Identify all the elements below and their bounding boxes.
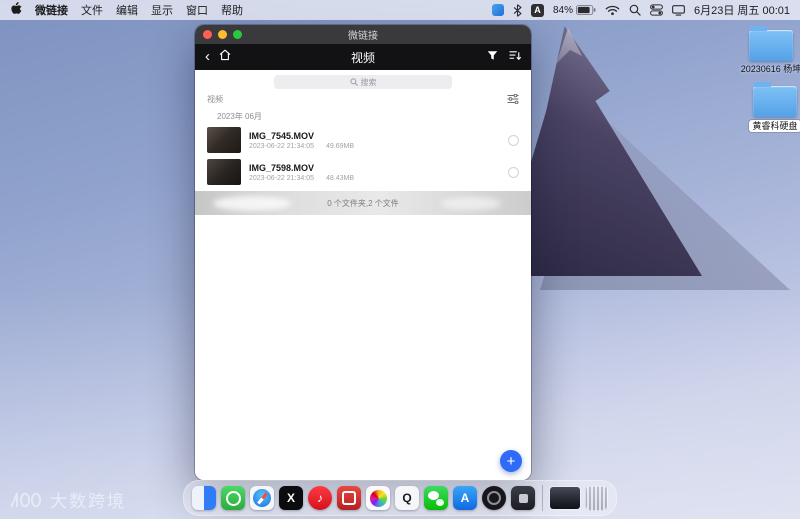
minimize-button[interactable]	[218, 30, 227, 39]
dock-app-qq[interactable]: Q	[395, 486, 419, 510]
video-thumbnail[interactable]	[207, 159, 241, 185]
search-row: 搜索	[195, 70, 531, 93]
watermark: 大数跨境	[8, 487, 126, 512]
menu-item-window[interactable]: 窗口	[186, 2, 208, 18]
menu-bar-status: A 84% 6月23日 周五 00:01	[491, 2, 790, 18]
battery-icon	[576, 5, 596, 15]
filter-icon[interactable]	[487, 48, 498, 66]
desktop-folder[interactable]: 黄睿科硬盘	[736, 82, 800, 133]
search-icon[interactable]	[629, 4, 641, 16]
dock-app-utility[interactable]	[511, 486, 535, 510]
dock-app-camera[interactable]	[482, 486, 506, 510]
menu-bar-left: 微链接 文件 编辑 显示 窗口 帮助	[10, 1, 243, 19]
window-content: 搜索 视频 2023年 06月 IMG_7545.MOV 2023-06-22 …	[195, 70, 531, 480]
menu-extra-app-icon[interactable]	[491, 4, 504, 16]
display-mirror-icon[interactable]	[672, 4, 685, 16]
dock-separator	[542, 485, 543, 511]
file-date: 2023-06-22 21:34:05	[249, 142, 314, 150]
select-checkbox[interactable]	[508, 166, 519, 178]
select-checkbox[interactable]	[508, 134, 519, 146]
search-placeholder: 搜索	[360, 77, 377, 87]
nav-bar: ‹ 视频	[195, 44, 531, 70]
apple-menu-icon[interactable]	[10, 1, 22, 19]
dock-app-music[interactable]: ♪	[308, 486, 332, 510]
dock-trash[interactable]	[585, 485, 608, 511]
nav-right	[487, 48, 521, 66]
dock-app-safari[interactable]	[250, 486, 274, 510]
traffic-lights	[203, 30, 242, 39]
menu-bar-clock[interactable]: 6月23日 周五 00:01	[694, 2, 790, 18]
dock-app-wechat[interactable]	[424, 486, 448, 510]
file-meta: 2023-06-22 21:34:05 48.43MB	[249, 175, 354, 182]
menu-item-file[interactable]: 文件	[81, 2, 103, 18]
file-list-item[interactable]: IMG_7545.MOV 2023-06-22 21:34:05 49.69MB	[195, 124, 531, 156]
dock-app-red[interactable]	[337, 486, 361, 510]
window-titlebar[interactable]: 微链接	[195, 25, 531, 44]
app-window: 微链接 ‹ 视频 搜索 视频 2023年 06月 IMG_7545.MOV 20…	[195, 25, 531, 480]
menu-item-help[interactable]: 帮助	[221, 2, 243, 18]
menu-item-edit[interactable]: 编辑	[116, 2, 138, 18]
zoom-button[interactable]	[233, 30, 242, 39]
file-name: IMG_7545.MOV	[249, 130, 315, 141]
search-input[interactable]: 搜索	[274, 75, 452, 89]
file-list-item[interactable]: IMG_7598.MOV 2023-06-22 21:34:05 48.43MB	[195, 156, 531, 188]
file-meta: 2023-06-22 21:34:05 49.69MB	[249, 143, 354, 150]
dock: X ♪ Q A	[183, 480, 617, 516]
file-name: IMG_7598.MOV	[249, 162, 315, 173]
folder-label: 20230616 杨坤	[740, 64, 800, 74]
file-size: 49.69MB	[326, 142, 355, 150]
input-source-badge[interactable]: A	[530, 3, 544, 17]
item-info: IMG_7598.MOV 2023-06-22 21:34:05 48.43MB	[249, 163, 354, 182]
footer-status-band: 0 个文件夹,2 个文件	[195, 191, 531, 215]
search-field-icon	[349, 78, 358, 86]
group-header: 2023年 06月	[217, 112, 262, 121]
menu-item-view[interactable]: 显示	[151, 2, 173, 18]
nav-left: ‹	[205, 48, 231, 66]
dock-minimized-window[interactable]	[550, 487, 580, 509]
watermark-text: 大数跨境	[50, 492, 126, 511]
battery-percent-label: 84%	[552, 4, 573, 16]
wifi-icon[interactable]	[605, 5, 620, 16]
watermark-logo-icon	[10, 492, 42, 507]
file-date: 2023-06-22 21:34:05	[249, 174, 314, 182]
desktop-folder[interactable]: 20230616 杨坤	[732, 26, 800, 74]
file-size: 48.43MB	[326, 174, 355, 182]
menu-item-app[interactable]: 微链接	[35, 2, 68, 18]
folder-icon	[749, 26, 793, 61]
section-label: 视频	[207, 94, 223, 104]
page-title: 视频	[350, 50, 375, 65]
dock-app-photos[interactable]	[366, 486, 390, 510]
window-title: 微链接	[348, 31, 378, 42]
dock-app-appstore[interactable]: A	[453, 486, 477, 510]
bluetooth-icon[interactable]	[513, 3, 522, 17]
dock-app-capcut[interactable]: X	[279, 486, 303, 510]
item-info: IMG_7545.MOV 2023-06-22 21:34:05 49.69MB	[249, 131, 354, 150]
dock-app-finder[interactable]	[192, 486, 216, 510]
add-button[interactable]: +	[500, 450, 522, 472]
folder-label: 黄睿科硬盘	[749, 120, 800, 133]
video-thumbnail[interactable]	[207, 127, 241, 153]
back-button[interactable]: ‹	[205, 49, 210, 64]
view-options-icon[interactable]	[507, 94, 519, 104]
dock-app-green[interactable]	[221, 486, 245, 510]
sort-icon[interactable]	[509, 48, 521, 66]
home-icon[interactable]	[219, 48, 231, 66]
menu-bar: 微链接 文件 编辑 显示 窗口 帮助 A 84% 6月23日 周五 00:01	[0, 0, 800, 20]
control-center-icon[interactable]	[650, 4, 663, 16]
section-row: 视频	[195, 93, 531, 105]
folder-icon	[753, 82, 797, 117]
close-button[interactable]	[203, 30, 212, 39]
footer-status-text: 0 个文件夹,2 个文件	[327, 198, 399, 208]
battery-status[interactable]: 84%	[553, 5, 596, 16]
